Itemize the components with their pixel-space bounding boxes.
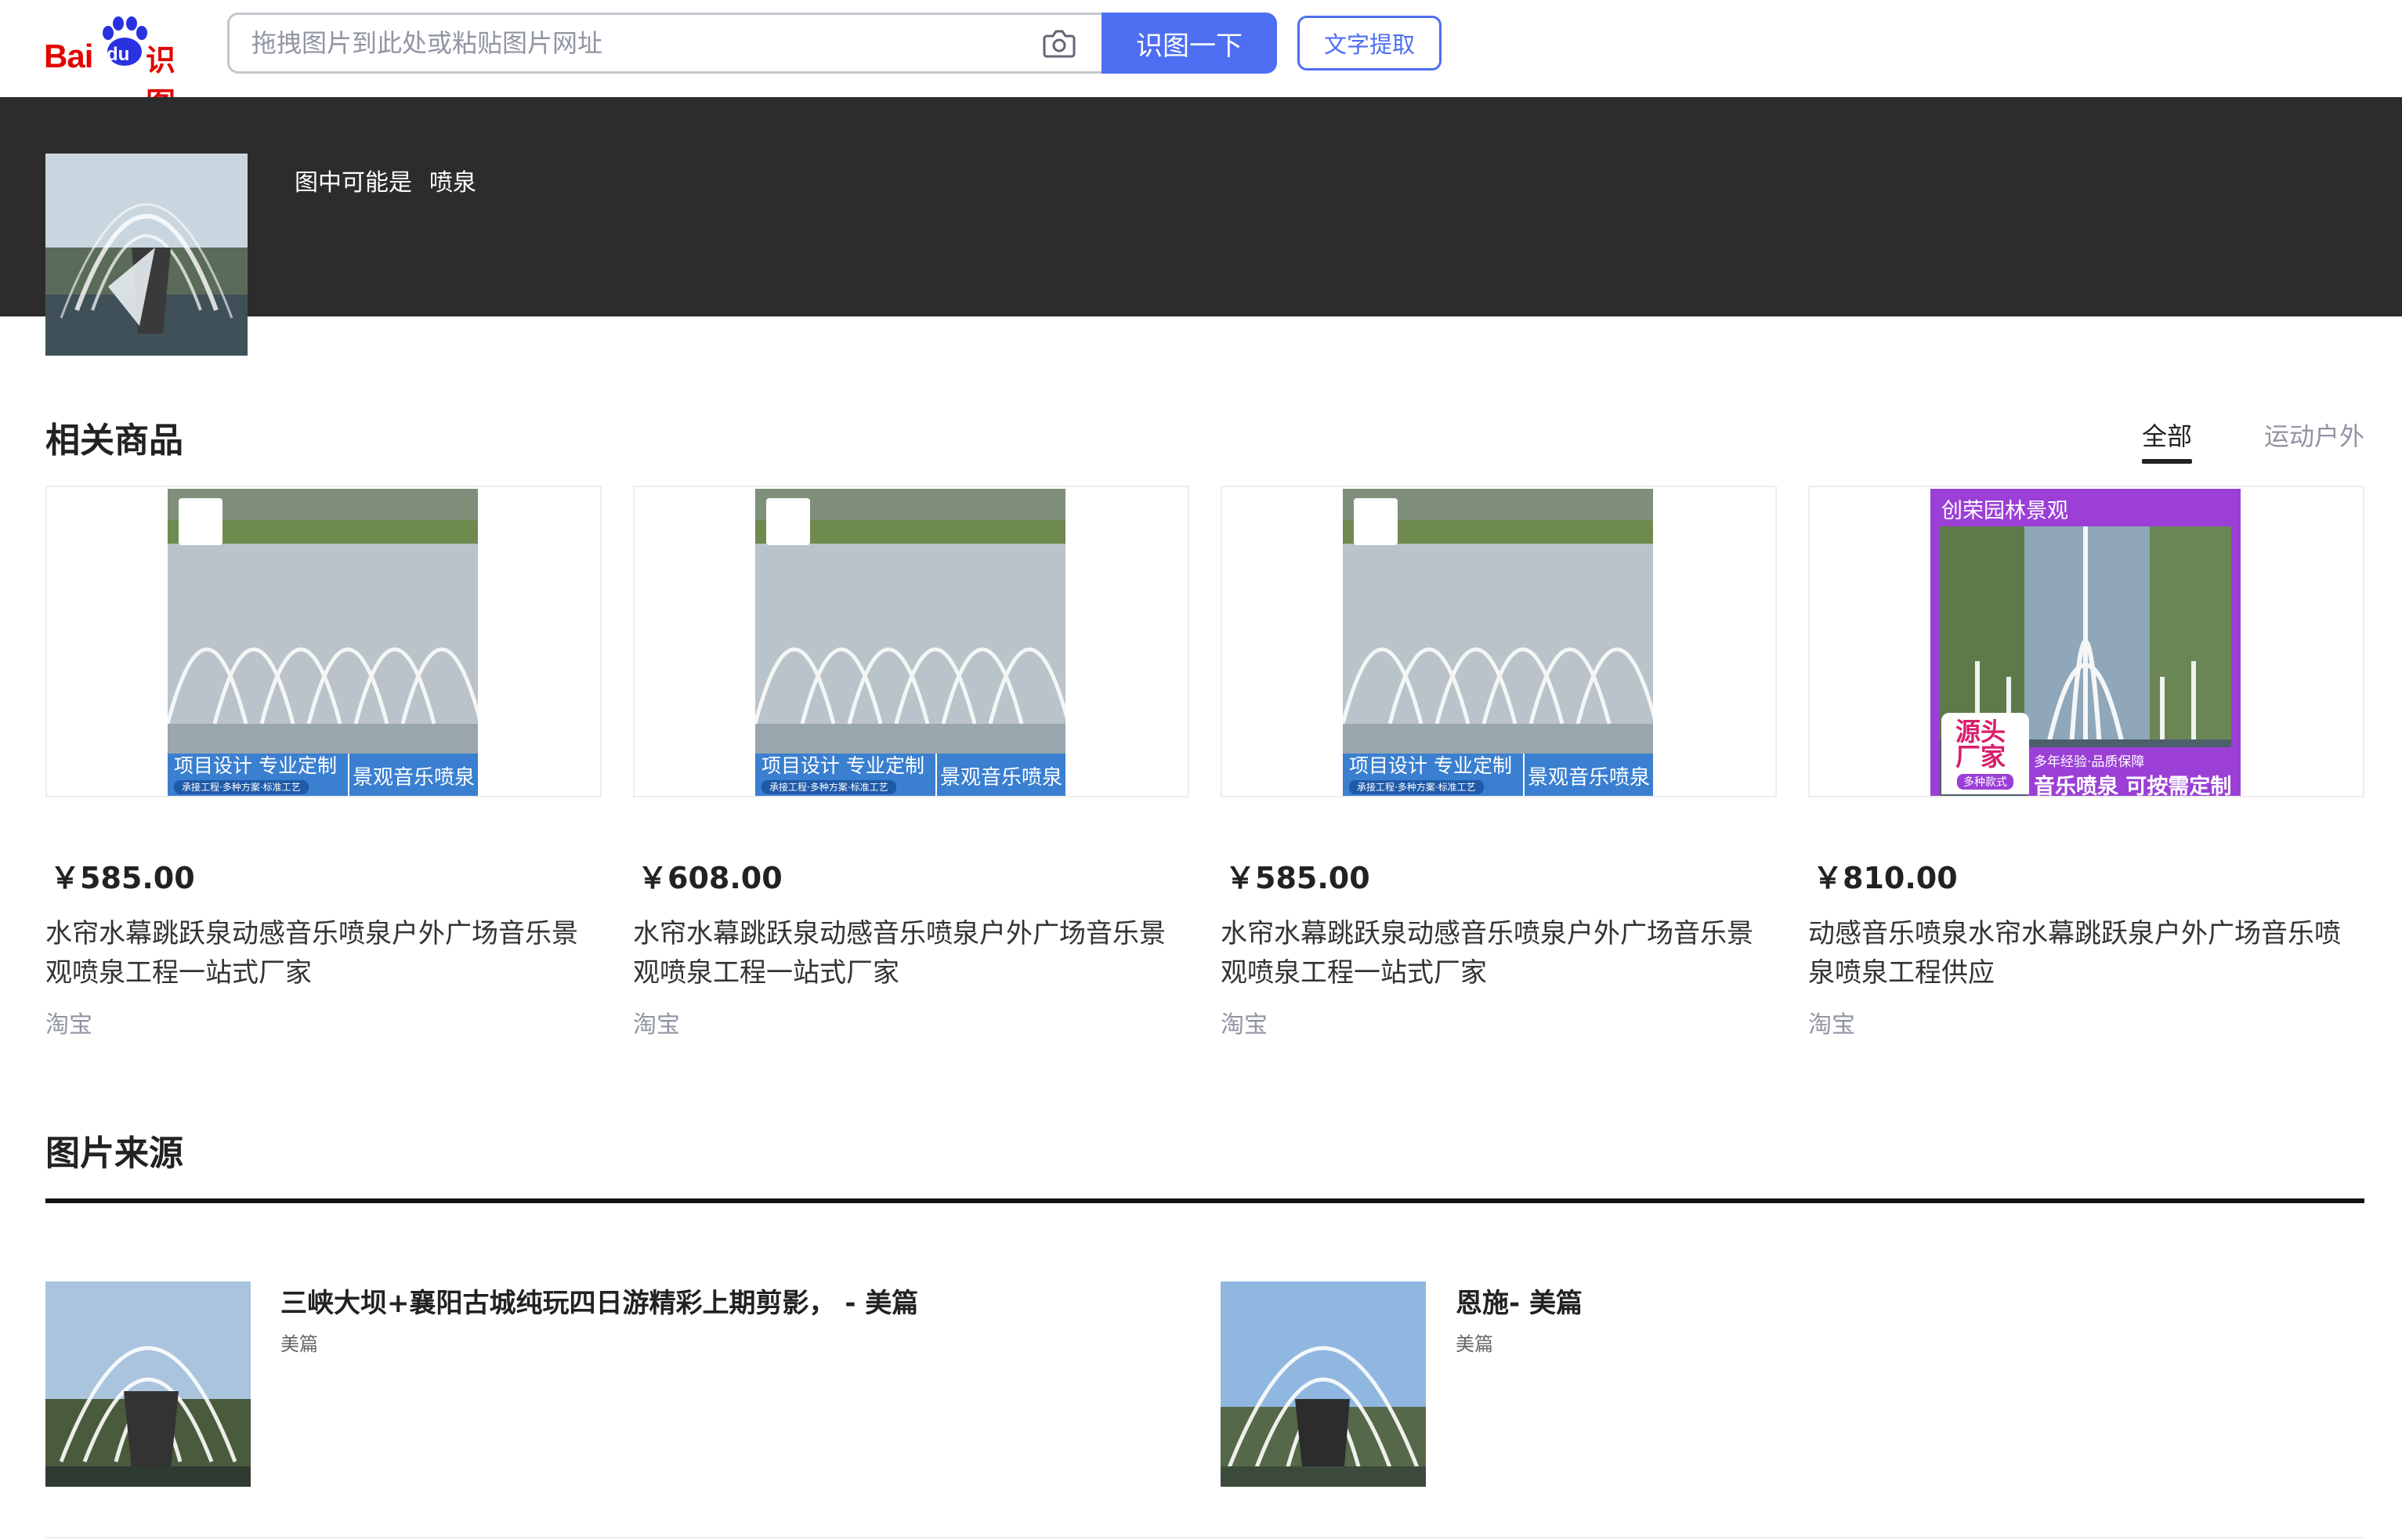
source-site: 美篇 — [1456, 1333, 1493, 1355]
camera-icon[interactable] — [1043, 27, 1076, 59]
product-title[interactable]: 水帘水幕跳跃泉动感音乐喷泉户外广场音乐景观喷泉工程一站式厂家 — [1221, 914, 1777, 992]
product-image-frame[interactable]: 项目设计 专业定制 承接工程·多种方案·标准工艺 景观音乐喷泉 — [45, 486, 602, 797]
product-source: 淘宝 — [633, 1011, 680, 1039]
promo-banner: 项目设计 专业定制 承接工程·多种方案·标准工艺 景观音乐喷泉 — [1343, 754, 1653, 796]
source-item[interactable]: 恩施- 美篇 美篇 — [1221, 1282, 2317, 1487]
search-button[interactable]: 识图一下 — [1102, 13, 1277, 74]
logo-bai-text: Bai — [44, 38, 93, 74]
source-thumbnail[interactable] — [45, 1282, 251, 1487]
product-card[interactable]: 创荣园林景观 多年经验·品质保障 音乐喷泉 可按需定制 源头厂家 多种款式 ￥8… — [1808, 486, 2364, 1039]
banner-sub-text: 承接工程·多种方案·标准工艺 — [761, 780, 896, 794]
product-image: 项目设计 专业定制 承接工程·多种方案·标准工艺 景观音乐喷泉 — [168, 489, 478, 796]
promo-banner: 项目设计 专业定制 承接工程·多种方案·标准工艺 景观音乐喷泉 — [755, 754, 1065, 796]
product-card[interactable]: 项目设计 专业定制 承接工程·多种方案·标准工艺 景观音乐喷泉 ￥585.00 … — [1221, 486, 1777, 1039]
source-title[interactable]: 三峡大坝+襄阳古城纯玩四日游精彩上期剪影， - 美篇 — [280, 1282, 918, 1320]
banner-main-text: 项目设计 专业定制 — [1349, 754, 1512, 777]
product-source: 淘宝 — [1808, 1011, 1855, 1039]
recognition-guess: 图中可能是 喷泉 — [295, 163, 494, 197]
banner-sub-text: 承接工程·多种方案·标准工艺 — [174, 780, 309, 794]
tab-sports-outdoor[interactable]: 运动户外 — [2264, 417, 2364, 453]
product-image-frame[interactable]: 创荣园林景观 多年经验·品质保障 音乐喷泉 可按需定制 源头厂家 多种款式 — [1808, 486, 2364, 797]
product-price: ￥810.00 — [1813, 861, 1958, 895]
tab-all[interactable]: 全部 — [2141, 417, 2192, 464]
product-image-frame[interactable]: 项目设计 专业定制 承接工程·多种方案·标准工艺 景观音乐喷泉 — [1221, 486, 1777, 797]
product-list: 项目设计 专业定制 承接工程·多种方案·标准工艺 景观音乐喷泉 ￥585.00 … — [45, 486, 2364, 1050]
top-header: Bai du 识图 识图一下 文字提取 — [0, 0, 2402, 121]
search-box — [227, 13, 1106, 74]
query-image[interactable] — [45, 154, 248, 356]
banner-right-text: 景观音乐喷泉 — [1527, 765, 1650, 790]
product-image-frame[interactable]: 项目设计 专业定制 承接工程·多种方案·标准工艺 景观音乐喷泉 — [633, 486, 1189, 797]
product-price: ￥585.00 — [50, 861, 195, 895]
source-site: 美篇 — [280, 1333, 318, 1355]
product-title[interactable]: 水帘水幕跳跃泉动感音乐喷泉户外广场音乐景观喷泉工程一站式厂家 — [45, 914, 602, 992]
source-title[interactable]: 恩施- 美篇 — [1456, 1282, 1583, 1320]
search-input[interactable] — [251, 15, 996, 71]
promo-r1-text: 多年经验·品质保障 — [2034, 754, 2145, 770]
recognition-result-band — [0, 97, 2402, 316]
baidu-shitu-logo[interactable]: Bai du 识图 — [44, 14, 201, 121]
product-title[interactable]: 动感音乐喷泉水帘水幕跳跃泉户外广场音乐喷泉喷泉工程供应 — [1808, 914, 2364, 992]
bottom-divider — [45, 1537, 2364, 1538]
product-card[interactable]: 项目设计 专业定制 承接工程·多种方案·标准工艺 景观音乐喷泉 ￥585.00 … — [45, 486, 602, 1039]
product-source: 淘宝 — [1221, 1011, 1268, 1039]
guess-value[interactable]: 喷泉 — [429, 169, 476, 197]
related-products-title: 相关商品 — [45, 421, 183, 461]
product-card[interactable]: 项目设计 专业定制 承接工程·多种方案·标准工艺 景观音乐喷泉 ￥608.00 … — [633, 486, 1189, 1039]
promo-banner: 多年经验·品质保障 音乐喷泉 可按需定制 源头厂家 多种款式 — [1930, 713, 2241, 797]
brand-tag-icon — [766, 498, 810, 545]
brand-tag-icon — [1354, 498, 1398, 545]
image-sources-title: 图片来源 — [45, 1133, 183, 1173]
section-divider — [45, 1198, 2364, 1203]
banner-main-text: 项目设计 专业定制 — [174, 754, 337, 777]
fountain-photo — [45, 154, 248, 356]
product-image: 创荣园林景观 多年经验·品质保障 音乐喷泉 可按需定制 源头厂家 多种款式 — [1930, 489, 2241, 797]
banner-right-text: 景观音乐喷泉 — [352, 765, 475, 790]
promo-right-panel: 多年经验·品质保障 音乐喷泉 可按需定制 — [2028, 747, 2241, 797]
guess-prefix: 图中可能是 — [295, 169, 412, 197]
banner-sub-text: 承接工程·多种方案·标准工艺 — [1349, 780, 1484, 794]
promo-yuantou-text: 源头厂家 — [1955, 717, 2006, 772]
promo-top-text: 创荣园林景观 — [1941, 499, 2068, 523]
product-image: 项目设计 专业定制 承接工程·多种方案·标准工艺 景观音乐喷泉 — [755, 489, 1065, 796]
product-image: 项目设计 专业定制 承接工程·多种方案·标准工艺 景观音乐喷泉 — [1343, 489, 1653, 796]
promo-small-text: 多种款式 — [1957, 774, 2013, 790]
banner-right-text: 景观音乐喷泉 — [939, 765, 1062, 790]
banner-main-text: 项目设计 专业定制 — [761, 754, 924, 777]
product-title[interactable]: 水帘水幕跳跃泉动感音乐喷泉户外广场音乐景观喷泉工程一站式厂家 — [633, 914, 1189, 992]
promo-r2-text: 音乐喷泉 可按需定制 — [2034, 775, 2232, 797]
source-item[interactable]: 三峡大坝+襄阳古城纯玩四日游精彩上期剪影， - 美篇 美篇 — [45, 1282, 1142, 1487]
text-extract-button[interactable]: 文字提取 — [1297, 16, 1442, 70]
product-price: ￥608.00 — [638, 861, 783, 895]
source-thumbnail[interactable] — [1221, 1282, 1426, 1487]
product-price: ￥585.00 — [1225, 861, 1370, 895]
logo-du-text: du — [107, 44, 130, 65]
product-tabs: 全部 运动户外 — [2141, 417, 2364, 464]
brand-tag-icon — [179, 498, 222, 545]
promo-banner: 项目设计 专业定制 承接工程·多种方案·标准工艺 景观音乐喷泉 — [168, 754, 478, 796]
promo-left-panel: 源头厂家 多种款式 — [1941, 713, 2029, 794]
product-source: 淘宝 — [45, 1011, 92, 1039]
